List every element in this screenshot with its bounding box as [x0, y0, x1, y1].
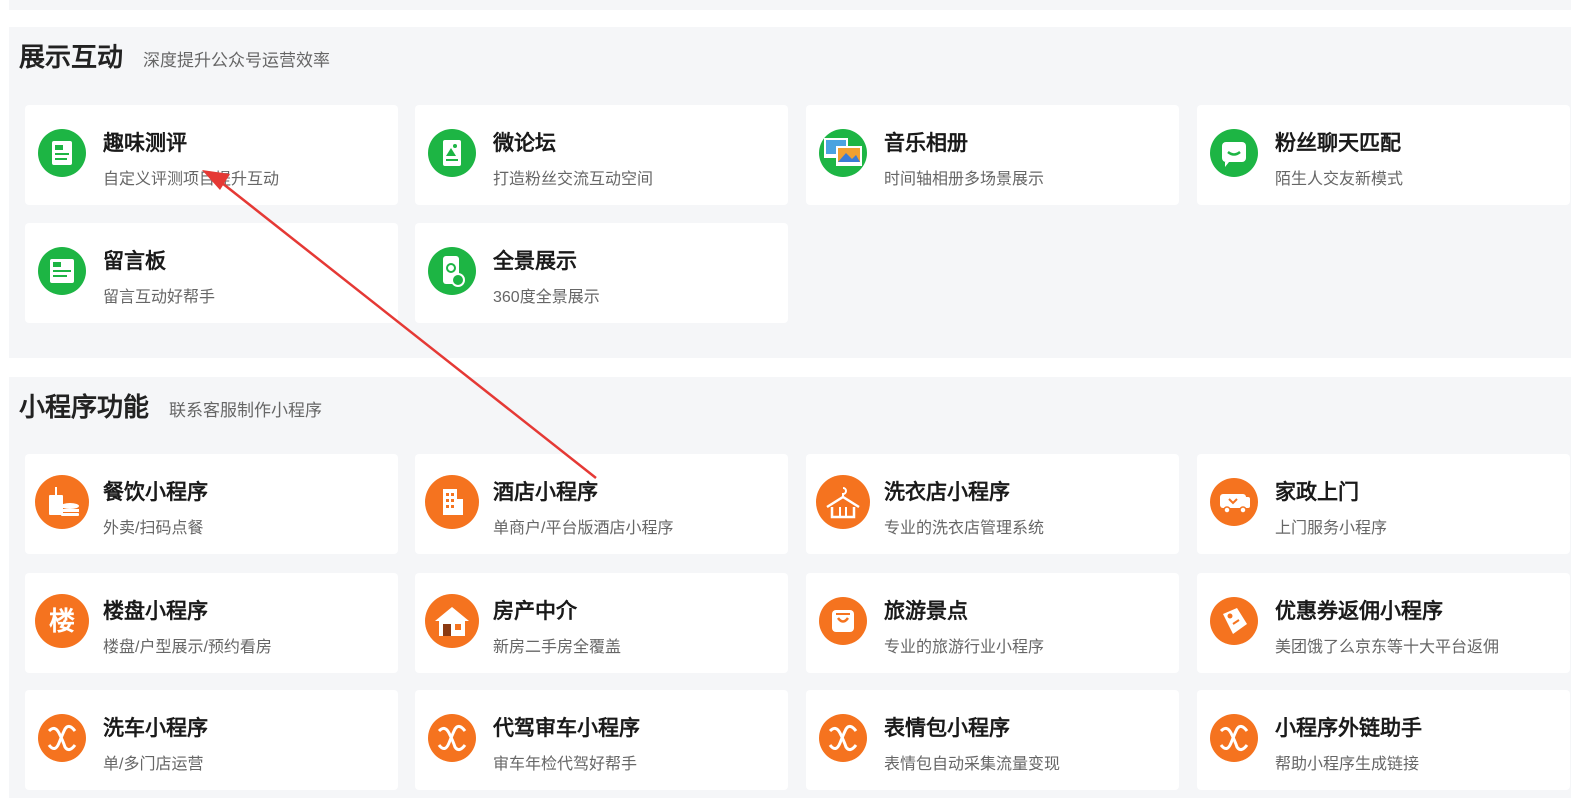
- card-title: 旅游景点: [884, 600, 968, 623]
- card-desc: 专业的洗衣店管理系统: [884, 520, 1045, 537]
- section-mini-program: 小程序功能 联系客服制作小程序 餐饮小程序 外卖/扫码点餐 酒店小程序 单商户/…: [9, 377, 1571, 798]
- icon-text: 楼: [49, 607, 75, 637]
- card-title: 洗车小程序: [103, 717, 208, 740]
- section-subtitle: 联系客服制作小程序: [169, 401, 323, 420]
- card-desc: 单/多门店运营: [103, 756, 204, 773]
- building-char-icon: 楼: [35, 594, 89, 648]
- house-icon: [425, 594, 479, 648]
- card-desc: 专业的旅游行业小程序: [884, 639, 1045, 656]
- card-title: 粉丝聊天匹配: [1275, 132, 1401, 155]
- feature-card-micro-forum[interactable]: 微论坛 打造粉丝交流互动空间: [415, 105, 788, 205]
- feature-card-laundry[interactable]: 洗衣店小程序 专业的洗衣店管理系统: [806, 454, 1179, 554]
- card-title: 酒店小程序: [493, 481, 598, 504]
- card-desc: 陌生人交友新模式: [1275, 171, 1404, 188]
- card-desc: 楼盘/户型展示/预约看房: [103, 639, 272, 656]
- miniprogram-logo-icon: [425, 711, 479, 765]
- card-title: 留言板: [103, 250, 166, 273]
- section-title: 展示互动: [19, 42, 124, 72]
- card-desc: 时间轴相册多场景展示: [884, 171, 1045, 188]
- hotel-building-icon: [425, 475, 479, 529]
- miniprogram-logo-icon: [1207, 711, 1261, 765]
- feature-card-catering[interactable]: 餐饮小程序 外卖/扫码点餐: [25, 454, 398, 554]
- feature-card-real-estate[interactable]: 楼 楼盘小程序 楼盘/户型展示/预约看房: [25, 573, 398, 673]
- feature-card-coupon-rebate[interactable]: 优惠券返佣小程序 美团饿了么京东等十大平台返佣: [1197, 573, 1570, 673]
- card-title: 代驾审车小程序: [493, 717, 640, 740]
- feature-card-fan-chat-match[interactable]: 粉丝聊天匹配 陌生人交友新模式: [1197, 105, 1570, 205]
- card-desc: 360度全景展示: [493, 289, 600, 306]
- card-desc: 单商户/平台版酒店小程序: [493, 520, 674, 537]
- photo-album-icon: [816, 126, 870, 180]
- feature-card-car-wash[interactable]: 洗车小程序 单/多门店运营: [25, 690, 398, 790]
- coupon-tag-icon: [1207, 594, 1261, 648]
- section-header: 小程序功能 联系客服制作小程序: [19, 387, 322, 423]
- card-desc: 自定义评测项目提升互动: [103, 171, 280, 188]
- feature-card-message-board[interactable]: 留言板 留言互动好帮手: [25, 223, 398, 323]
- miniprogram-logo-icon: [35, 711, 89, 765]
- top-strip: [9, 0, 1571, 10]
- feature-card-property-agency[interactable]: 房产中介 新房二手房全覆盖: [415, 573, 788, 673]
- panorama-phone-icon: [425, 244, 479, 298]
- card-title: 趣味测评: [103, 132, 187, 155]
- feature-card-tourism[interactable]: 旅游景点 专业的旅游行业小程序: [806, 573, 1179, 673]
- card-desc: 审车年检代驾好帮手: [493, 756, 638, 773]
- feature-card-sticker[interactable]: 表情包小程序 表情包自动采集流量变现: [806, 690, 1179, 790]
- section-subtitle: 深度提升公众号运营效率: [143, 51, 331, 70]
- food-drink-icon: [35, 475, 89, 529]
- card-desc: 新房二手房全覆盖: [493, 639, 622, 656]
- feature-card-hotel[interactable]: 酒店小程序 单商户/平台版酒店小程序: [415, 454, 788, 554]
- miniprogram-logo-icon: [816, 711, 870, 765]
- card-title: 微论坛: [493, 132, 556, 155]
- section-showcase-interaction: 展示互动 深度提升公众号运营效率 趣味测评 自定义评测项目提升互动 微论坛 打造…: [9, 27, 1571, 358]
- feature-card-fun-quiz[interactable]: 趣味测评 自定义评测项目提升互动: [25, 105, 398, 205]
- feature-card-music-album[interactable]: 音乐相册 时间轴相册多场景展示: [806, 105, 1179, 205]
- card-title: 楼盘小程序: [103, 600, 208, 623]
- card-title: 餐饮小程序: [103, 481, 208, 504]
- card-title: 房产中介: [493, 600, 577, 623]
- delivery-truck-icon: [1207, 475, 1261, 529]
- card-title: 音乐相册: [884, 132, 968, 155]
- shopping-bag-icon: [816, 594, 870, 648]
- card-desc: 打造粉丝交流互动空间: [493, 171, 654, 188]
- forum-doc-icon: [425, 126, 479, 180]
- section-header: 展示互动 深度提升公众号运营效率: [19, 37, 330, 73]
- feature-card-home-service[interactable]: 家政上门 上门服务小程序: [1197, 454, 1570, 554]
- card-title: 小程序外链助手: [1275, 717, 1422, 740]
- card-title: 洗衣店小程序: [884, 481, 1010, 504]
- feature-card-panorama[interactable]: 全景展示 360度全景展示: [415, 223, 788, 323]
- section-title: 小程序功能: [19, 392, 150, 422]
- card-desc: 上门服务小程序: [1275, 520, 1388, 537]
- card-title: 表情包小程序: [884, 717, 1010, 740]
- card-desc: 外卖/扫码点餐: [103, 520, 204, 537]
- feature-card-external-link[interactable]: 小程序外链助手 帮助小程序生成链接: [1197, 690, 1570, 790]
- quiz-doc-icon: [35, 126, 89, 180]
- chat-bubble-icon: [1207, 126, 1261, 180]
- feature-card-driver-inspection[interactable]: 代驾审车小程序 审车年检代驾好帮手: [415, 690, 788, 790]
- card-desc: 美团饿了么京东等十大平台返佣: [1275, 639, 1500, 656]
- card-title: 全景展示: [493, 250, 577, 273]
- card-desc: 帮助小程序生成链接: [1275, 756, 1420, 773]
- card-desc: 留言互动好帮手: [103, 289, 216, 306]
- card-title: 优惠券返佣小程序: [1275, 600, 1443, 623]
- card-desc: 表情包自动采集流量变现: [884, 756, 1061, 773]
- message-board-icon: [35, 244, 89, 298]
- clothes-hanger-icon: [816, 475, 870, 529]
- card-title: 家政上门: [1275, 481, 1359, 504]
